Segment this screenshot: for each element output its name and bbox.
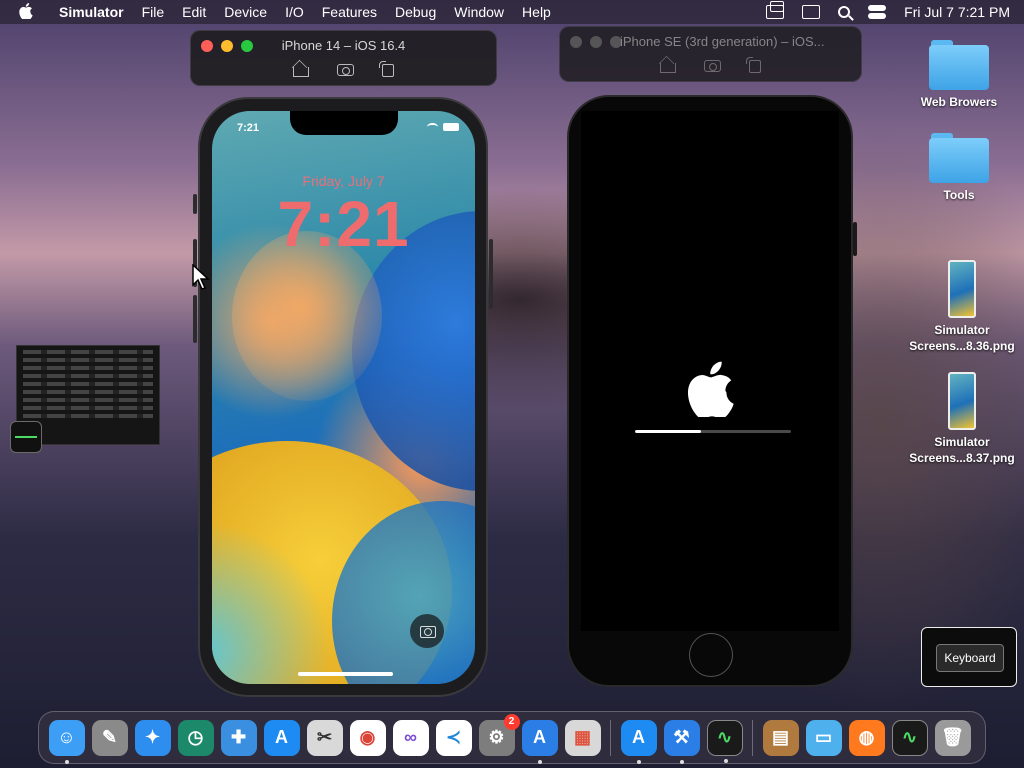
desktop-item-label: Tools — [943, 188, 975, 202]
mouse-cursor-icon — [192, 264, 210, 290]
folder-icon — [929, 133, 989, 183]
screenshot-thumbnail-icon — [948, 372, 976, 430]
iphone14-window-toolbar: iPhone 14 – iOS 16.4 — [190, 30, 497, 86]
side-button[interactable] — [489, 239, 493, 309]
home-icon[interactable] — [293, 67, 309, 77]
screenshot-icon[interactable] — [704, 60, 721, 72]
trash-icon[interactable]: 🗑 — [934, 719, 971, 756]
screenshot-icon[interactable] — [337, 64, 354, 76]
folder-icon[interactable]: ▭ — [805, 719, 842, 756]
menu-io[interactable]: I/O — [276, 4, 313, 20]
iphonese-window-toolbar: iPhone SE (3rd generation) – iOS... — [559, 26, 862, 82]
folder-icon — [929, 40, 989, 90]
networking-icon[interactable]: ✚ — [220, 719, 257, 756]
activity-monitor-2-icon[interactable]: ∿ — [891, 719, 928, 756]
menu-edit[interactable]: Edit — [173, 4, 215, 20]
keyboard-panel: Keyboard — [921, 627, 1017, 687]
status-bar-time: 7:21 — [237, 122, 260, 134]
dock-separator — [610, 719, 611, 756]
rotate-icon[interactable] — [379, 61, 394, 77]
running-indicator — [64, 759, 69, 764]
desktop-item-label: Web Browers — [920, 95, 998, 109]
launchpad-icon[interactable]: ▦ — [564, 719, 601, 756]
silent-switch[interactable] — [193, 194, 197, 214]
desktop-folder-web-browers[interactable]: Web Browers — [904, 40, 1014, 110]
dynamic-notch — [290, 111, 398, 135]
preview-icon[interactable]: ✂ — [306, 719, 343, 756]
menu-bar: Simulator File Edit Device I/O Features … — [0, 0, 1024, 24]
vscode-icon[interactable]: ≺ — [435, 719, 472, 756]
running-indicator — [537, 759, 542, 764]
menu-file[interactable]: File — [133, 4, 174, 20]
visual-studio-icon[interactable]: ∞ — [392, 719, 429, 756]
desktop-item-label: Simulator Screens...8.36.png — [909, 323, 1015, 353]
desktop-folder-tools[interactable]: Tools — [904, 133, 1014, 203]
boot-progress-fill — [635, 430, 701, 433]
rotate-icon[interactable] — [746, 57, 761, 73]
keyboard-button[interactable]: Keyboard — [936, 644, 1004, 672]
menu-device[interactable]: Device — [215, 4, 276, 20]
notification-badge: 2 — [503, 713, 520, 730]
menu-app-name[interactable]: Simulator — [50, 4, 133, 20]
system-settings-icon[interactable]: ⚙ 2 — [478, 713, 520, 756]
script-editor-icon[interactable]: ✎ — [91, 719, 128, 756]
wifi-icon — [427, 123, 438, 131]
activity-monitor-icon[interactable] — [10, 421, 42, 453]
home-indicator[interactable] — [298, 672, 393, 676]
iphone14-lock-screen[interactable]: 7:21 Friday, July 7 7:21 — [212, 111, 475, 684]
app-store-2-icon[interactable]: A — [620, 719, 657, 764]
app-store-icon[interactable]: A — [263, 719, 300, 756]
camera-shortcut-icon[interactable] — [410, 614, 444, 648]
control-center-icon[interactable] — [868, 5, 887, 19]
menubar-clock[interactable]: Fri Jul 7 7:21 PM — [904, 4, 1010, 20]
side-button[interactable] — [853, 222, 857, 256]
volume-down-button[interactable] — [193, 295, 197, 343]
lock-screen-clock: 7:21 — [277, 188, 410, 260]
menu-debug[interactable]: Debug — [386, 4, 445, 20]
activity-monitor-icon[interactable]: ∿ — [706, 719, 743, 763]
home-icon[interactable] — [660, 63, 676, 73]
chrome-icon[interactable]: ◉ — [349, 719, 386, 756]
archive-icon[interactable]: ▤ — [762, 719, 799, 756]
battery-icon — [443, 123, 459, 131]
spotlight-search-icon[interactable] — [838, 6, 851, 18]
window-title: iPhone SE (3rd generation) – iOS... — [620, 34, 825, 49]
finder-icon[interactable]: ☺ — [48, 719, 85, 764]
menu-window[interactable]: Window — [445, 4, 513, 20]
menu-features[interactable]: Features — [313, 4, 386, 20]
screenshot-thumbnail-icon — [948, 260, 976, 318]
apple-boot-logo-icon — [687, 361, 734, 417]
desktop-item-label: Simulator Screens...8.37.png — [909, 435, 1015, 465]
xcode-instruments-icon[interactable]: A — [521, 719, 558, 764]
window-title: iPhone 14 – iOS 16.4 — [281, 38, 406, 53]
desktop-file-screenshot-2[interactable]: Simulator Screens...8.37.png — [904, 372, 1020, 466]
apple-logo-icon[interactable] — [16, 2, 36, 22]
running-indicator — [679, 759, 684, 764]
dock-separator — [752, 719, 753, 756]
running-indicator — [636, 759, 641, 764]
iphone14-device: 7:21 Friday, July 7 7:21 — [193, 97, 493, 697]
boot-progress-bar — [635, 430, 791, 433]
firefox-icon[interactable]: ◍ — [848, 719, 885, 756]
xcode-icon[interactable]: ⚒ — [663, 719, 700, 764]
display-icon[interactable] — [802, 5, 821, 19]
desktop-file-screenshot-1[interactable]: Simulator Screens...8.36.png — [904, 260, 1020, 354]
dock: ☺ ✎ ✦ ◷ ✚ A ✂ ◉ ∞ ≺ ⚙ 2 A ▦ A ⚒ ∿ ▤ ▭ ◍ ∿… — [38, 711, 986, 764]
safari-icon[interactable]: ✦ — [134, 719, 171, 756]
stage-manager-icon[interactable] — [766, 1, 785, 19]
menu-help[interactable]: Help — [513, 4, 560, 20]
running-indicator — [723, 758, 728, 763]
iphonese-boot-screen[interactable] — [581, 111, 839, 631]
time-machine-icon[interactable]: ◷ — [177, 719, 214, 756]
home-button[interactable] — [689, 633, 733, 677]
iphonese-device — [567, 95, 857, 687]
